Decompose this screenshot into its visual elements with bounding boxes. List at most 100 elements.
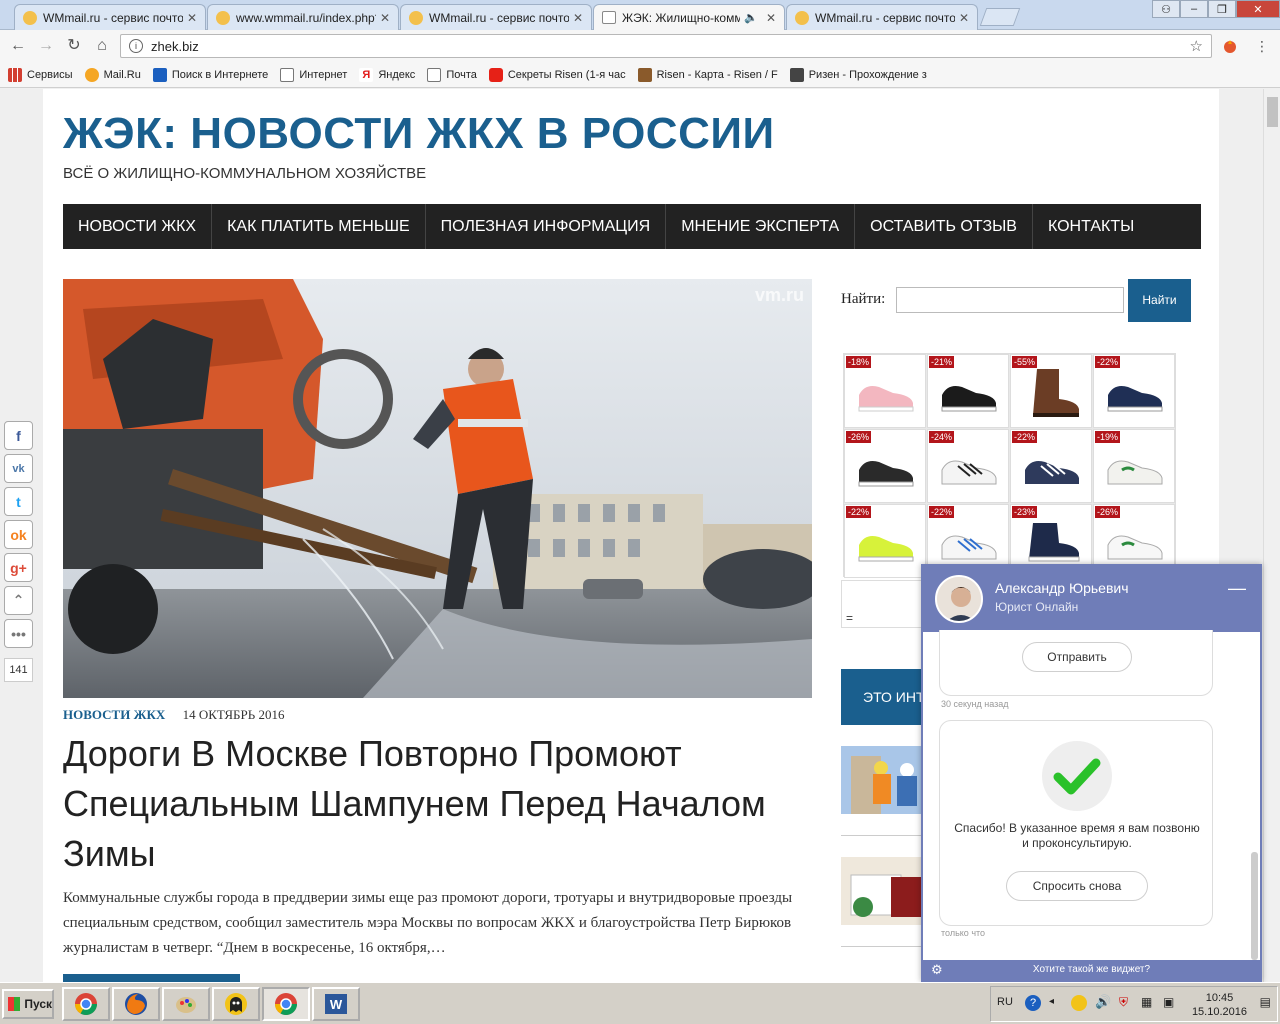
taskbar-paint[interactable] (162, 987, 210, 1021)
ad-item[interactable]: -22% (844, 504, 926, 578)
browser-tab[interactable]: WMmail.ru - сервис почтов ✕ (786, 4, 978, 30)
clock[interactable]: 10:45 15.10.2016 (1192, 991, 1247, 1019)
read-more-button[interactable] (63, 974, 240, 982)
address-bar[interactable]: i zhek.biz ☆ (120, 34, 1212, 58)
ad-item[interactable]: -55% (1010, 354, 1092, 428)
bookmark-item[interactable]: Почта (427, 67, 477, 82)
bookmark-item[interactable]: Сервисы (8, 67, 73, 82)
chat-agent-name: Александр Юрьевич (995, 580, 1129, 596)
bookmark-item[interactable]: Интернет (280, 67, 347, 82)
taskbar-chrome[interactable] (62, 987, 110, 1021)
chat-header[interactable]: Александр Юрьевич Юрист Онлайн — (923, 566, 1260, 632)
close-tab-icon[interactable]: ✕ (959, 11, 969, 25)
send-button[interactable]: Отправить (1022, 642, 1132, 672)
close-tab-icon[interactable]: ✕ (187, 11, 197, 25)
extension-icon[interactable] (1222, 38, 1238, 54)
bookmark-item[interactable]: Mail.Ru (84, 67, 141, 82)
ghost-tray-icon[interactable] (1071, 995, 1087, 1011)
nav-item-contacts[interactable]: КОНТАКТЫ (1033, 204, 1149, 249)
article-headline[interactable]: Дороги В Москве Повторно Промоют Специал… (63, 729, 823, 879)
restore-button[interactable]: ❐ (1208, 0, 1236, 18)
bookmark-item[interactable]: Я Яндекс (359, 67, 415, 82)
close-tab-icon[interactable]: ✕ (766, 11, 776, 25)
browser-tab-active[interactable]: ЖЭК: Жилищно-комму 🔈 ✕ (593, 4, 785, 30)
article-image[interactable]: vm.ru (63, 279, 812, 698)
bookmark-item[interactable]: Поиск в Интернете (152, 67, 268, 82)
home-icon[interactable]: ⌂ (92, 36, 112, 56)
display-icon[interactable]: ▣ (1163, 995, 1174, 1009)
nav-item-news[interactable]: НОВОСТИ ЖКХ (63, 204, 213, 249)
taskbar-firefox[interactable] (112, 987, 160, 1021)
google-plus-icon[interactable]: g+ (4, 553, 33, 582)
site-title[interactable]: ЖЭК: НОВОСТИ ЖКХ В РОССИИ (63, 109, 775, 159)
taskbar-cyberghost[interactable] (212, 987, 260, 1021)
minimize-icon[interactable]: — (1228, 578, 1246, 599)
search-input[interactable] (896, 287, 1124, 313)
nav-item-feedback[interactable]: ОСТАВИТЬ ОТЗЫВ (855, 204, 1033, 249)
ask-again-button[interactable]: Спросить снова (1006, 871, 1148, 901)
new-tab-button[interactable] (979, 8, 1021, 26)
bookmark-item[interactable]: Risen - Карта - Risen / F (637, 67, 778, 82)
ad-item[interactable]: -24% (927, 429, 1009, 503)
message-timestamp: только что (941, 928, 986, 938)
sidebar-thumbnail[interactable] (841, 857, 931, 925)
odnoklassniki-icon[interactable]: ok (4, 520, 33, 549)
start-button[interactable]: Пуск (2, 989, 54, 1019)
show-desktop-icon[interactable]: ▤ (1260, 995, 1271, 1009)
page-scrollbar[interactable] (1263, 89, 1280, 982)
ad-item[interactable]: -22% (1093, 354, 1175, 428)
ad-item[interactable]: -18% (844, 354, 926, 428)
close-tab-icon[interactable]: ✕ (380, 11, 390, 25)
sidebar-thumbnail[interactable] (841, 746, 931, 814)
ad-item[interactable]: -21% (927, 354, 1009, 428)
minimize-button[interactable]: – (1180, 0, 1208, 18)
close-window-button[interactable]: ✕ (1236, 0, 1280, 18)
speaker-icon[interactable]: 🔈 (744, 11, 758, 24)
browser-tab[interactable]: www.wmmail.ru/index.php? ✕ (207, 4, 399, 30)
word-icon: W (325, 994, 347, 1014)
profile-icon[interactable]: ⚇ (1152, 0, 1180, 18)
shield-icon[interactable]: ⛨ (1119, 995, 1128, 1010)
bookmark-item[interactable]: Секреты Risen (1-я час (488, 67, 626, 82)
bookmark-star-icon[interactable]: ☆ (1190, 37, 1203, 55)
promo-banner[interactable]: ЭТО ИНТ (841, 669, 931, 725)
chat-scrollbar[interactable] (1251, 852, 1258, 960)
nav-item-expert[interactable]: МНЕНИЕ ЭКСПЕРТА (666, 204, 856, 249)
widget-promo-link[interactable]: Хотите такой же виджет? (923, 964, 1260, 975)
volume-icon[interactable]: 🔊 (1095, 994, 1111, 1010)
search-button[interactable]: Найти (1128, 279, 1191, 322)
browser-tab[interactable]: WMmail.ru - сервис почтов ✕ (400, 4, 592, 30)
divider (841, 946, 921, 947)
back-arrow-icon[interactable]: ← (8, 36, 28, 56)
info-icon[interactable]: i (129, 39, 143, 53)
scroll-top-icon[interactable]: ⌃ (4, 586, 33, 615)
help-icon[interactable]: ? (1025, 995, 1041, 1011)
browser-tab[interactable]: WMmail.ru - сервис почтов ✕ (14, 4, 206, 30)
share-count: 141 (4, 658, 33, 682)
ad-item[interactable]: -22% (1010, 429, 1092, 503)
facebook-icon[interactable]: f (4, 421, 33, 450)
scrollbar-thumb[interactable] (1267, 97, 1278, 127)
tray-arrow-icon[interactable]: ◂ (1049, 996, 1054, 1007)
more-dots-icon[interactable]: ••• (4, 619, 33, 648)
image-watermark: vm.ru (754, 285, 804, 305)
language-indicator[interactable]: RU (997, 996, 1013, 1008)
nav-item-useful-info[interactable]: ПОЛЕЗНАЯ ИНФОРМАЦИЯ (426, 204, 667, 249)
taskbar-word[interactable]: W (312, 987, 360, 1021)
ad-item[interactable]: -19% (1093, 429, 1175, 503)
ad-item[interactable]: -26% (844, 429, 926, 503)
menu-icon[interactable]: ⋮ (1252, 36, 1272, 56)
reload-icon[interactable]: ↻ (64, 36, 84, 56)
close-tab-icon[interactable]: ✕ (573, 11, 583, 25)
twitter-icon[interactable]: t (4, 487, 33, 516)
bookmark-item[interactable]: Ризен - Прохождение з (789, 67, 927, 82)
sneaker-icon (1025, 461, 1079, 484)
apps-grid-icon (8, 67, 22, 82)
vk-icon[interactable]: vk (4, 454, 33, 483)
taskbar-chrome-active[interactable] (262, 987, 310, 1021)
chat-widget: Александр Юрьевич Юрист Онлайн — Отправи… (921, 564, 1262, 982)
forward-arrow-icon[interactable]: → (36, 36, 56, 56)
nav-item-pay-less[interactable]: КАК ПЛАТИТЬ МЕНЬШЕ (212, 204, 426, 249)
network-icon[interactable]: ▦ (1141, 995, 1152, 1009)
article-category[interactable]: НОВОСТИ ЖКХ (63, 707, 165, 722)
